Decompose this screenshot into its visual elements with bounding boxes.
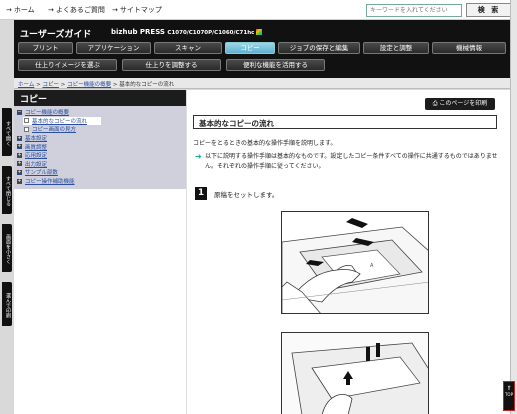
expand-icon: +	[17, 160, 22, 167]
nav-print[interactable]: プリント	[18, 42, 73, 54]
page-icon	[24, 126, 29, 132]
breadcrumb-separator: >	[60, 82, 66, 88]
breadcrumb-overview[interactable]: コピー機能の概要	[67, 82, 111, 88]
arrow-right-icon: →	[6, 6, 12, 14]
breadcrumb-copy[interactable]: コピー	[42, 82, 59, 88]
toc-panel: コピー − コピー機能の概要 基本的なコピーの流れ コピー画面の見方 + 基本設定 …	[14, 90, 186, 414]
faq-link[interactable]: → よくあるご質問	[48, 5, 105, 15]
scanner-glass-closeup-illustration	[282, 333, 428, 414]
page-icon	[24, 118, 29, 124]
search-input[interactable]	[366, 4, 462, 17]
expand-icon: +	[17, 168, 22, 175]
illustration-place-original-2	[281, 332, 429, 414]
nav-copy[interactable]: コピー	[225, 42, 275, 54]
nav-machine-info[interactable]: 機械情報	[432, 42, 506, 54]
expand-icon: +	[17, 143, 22, 150]
toc-item-output-settings[interactable]: + 出力設定	[14, 160, 186, 169]
collapse-all-label: すべて閉じる	[5, 176, 11, 206]
toc-item-label: 応用設定	[25, 153, 48, 160]
breadcrumb-home[interactable]: ホーム	[18, 82, 34, 88]
sitemap-link[interactable]: → サイトマップ	[112, 5, 162, 15]
step-number: 1	[195, 187, 207, 200]
expand-icon: +	[17, 134, 22, 141]
note-text: 以下に説明する操作手順は基本的なものです。設定したコピー条件すべての操作に共通す…	[205, 153, 498, 170]
nav-scan[interactable]: スキャン	[154, 42, 222, 54]
step-text: 原稿をセットします。	[214, 191, 279, 199]
toc-item-label: サンプル部数	[25, 170, 58, 177]
nav-choose-finish-image[interactable]: 仕上りイメージを選ぶ	[18, 59, 117, 71]
toc-item-copy-screen[interactable]: コピー画面の見方	[14, 125, 186, 134]
toc-list: − コピー機能の概要 基本的なコピーの流れ コピー画面の見方 + 基本設定 + 画質調…	[14, 106, 186, 190]
toc-item-sample-copies[interactable]: + サンプル部数	[14, 168, 186, 177]
breadcrumb-separator: >	[112, 82, 118, 88]
toc-item-label: コピー操作補助機能	[25, 179, 75, 186]
shrink-screen-label: 画面を小さく	[5, 234, 11, 264]
toc-item-copy-assist[interactable]: + コピー操作補助機能	[14, 177, 186, 186]
home-link-label: ホーム	[13, 6, 35, 14]
select-print-tab[interactable]: 選んで印刷	[2, 282, 12, 326]
toc-item-basic-copy-flow[interactable]: 基本的なコピーの流れ	[23, 116, 101, 126]
faq-link-label: よくあるご質問	[55, 6, 105, 14]
home-link[interactable]: → ホーム	[6, 5, 35, 15]
back-to-top-button[interactable]: ⇑ TOP	[503, 381, 515, 411]
model-sub: C1070/C1070P/C1060/C71hc	[167, 30, 255, 36]
scanner-glass-illustration: A	[282, 218, 428, 313]
top-link-bar: →ホーム →よくあるご質問 →サイトマップ 検 索	[0, 0, 517, 20]
select-print-label: 選んで印刷	[5, 292, 11, 318]
note-arrow-icon: ➜	[195, 152, 202, 161]
arrow-right-icon: →	[48, 6, 54, 14]
guide-title: ユーザーズガイド	[20, 30, 92, 40]
toc-item-label: コピー画面の見方	[32, 127, 77, 134]
toc-item-label: 基本的なコピーの流れ	[32, 118, 88, 125]
toc-item-label: コピー機能の概要	[25, 110, 70, 117]
toc-item-label: 画質調整	[25, 144, 48, 151]
model-name: bizhub PRESS C1070/C1070P/C1060/C71hc	[111, 28, 263, 36]
arrow-right-icon: →	[112, 6, 118, 14]
nav-job-save-edit[interactable]: ジョブの保存と編集	[278, 42, 360, 54]
toc-title: コピー	[14, 90, 186, 106]
nav-adjust-finish[interactable]: 仕上りを調整する	[122, 59, 221, 71]
print-page-label: このページを印刷	[439, 100, 488, 107]
shrink-screen-tab[interactable]: 画面を小さく	[2, 224, 12, 272]
toc-item-image-quality[interactable]: + 画質調整	[14, 142, 186, 151]
breadcrumb-separator: >	[36, 82, 41, 88]
search-button[interactable]: 検 索	[466, 3, 512, 17]
expand-all-label: すべて開く	[5, 120, 11, 146]
nav-useful-functions[interactable]: 便利な機能を活用する	[226, 59, 325, 71]
nav-application[interactable]: アプリケーション	[76, 42, 151, 54]
arrow-up-icon: ⇑	[506, 385, 512, 392]
header: ユーザーズガイド bizhub PRESS C1070/C1070P/C1060…	[14, 20, 510, 78]
expand-all-tab[interactable]: すべて開く	[2, 108, 12, 156]
toc-item-basic-settings[interactable]: + 基本設定	[14, 134, 186, 143]
toc-item-label: 基本設定	[25, 136, 48, 143]
model-main: bizhub PRESS	[111, 28, 165, 36]
illustration-place-original: A	[281, 211, 429, 314]
toc-item-advanced-settings[interactable]: + 応用設定	[14, 151, 186, 160]
expand-icon: +	[17, 151, 22, 158]
print-page-button[interactable]: ⎙ このページを印刷	[425, 98, 495, 110]
toc-item-copy-overview[interactable]: − コピー機能の概要	[14, 108, 186, 117]
top-button-label: TOP	[504, 392, 513, 397]
toc-item-label: 出力設定	[25, 161, 48, 168]
page-title: 基本的なコピーの流れ	[193, 115, 497, 129]
main-content: ⎙ このページを印刷 基本的なコピーの流れ コピーをとるときの基本的な操作手順を…	[186, 90, 510, 414]
collapse-all-tab[interactable]: すべて閉じる	[2, 166, 12, 214]
nav-settings-adjust[interactable]: 設定と調整	[363, 42, 429, 54]
breadcrumb-current: 基本的なコピーの流れ	[119, 82, 175, 88]
expand-icon: +	[17, 177, 22, 184]
collapse-icon: −	[17, 108, 22, 115]
intro-text: コピーをとるときの基本的な操作手順を説明します。	[193, 140, 337, 147]
svg-text:A: A	[370, 263, 374, 269]
scrollbar-strip[interactable]	[510, 0, 517, 414]
breadcrumb: ホーム > コピー > コピー機能の概要 > 基本的なコピーの流れ	[14, 78, 510, 89]
logo-mark-icon	[256, 29, 263, 35]
sitemap-link-label: サイトマップ	[119, 6, 162, 14]
